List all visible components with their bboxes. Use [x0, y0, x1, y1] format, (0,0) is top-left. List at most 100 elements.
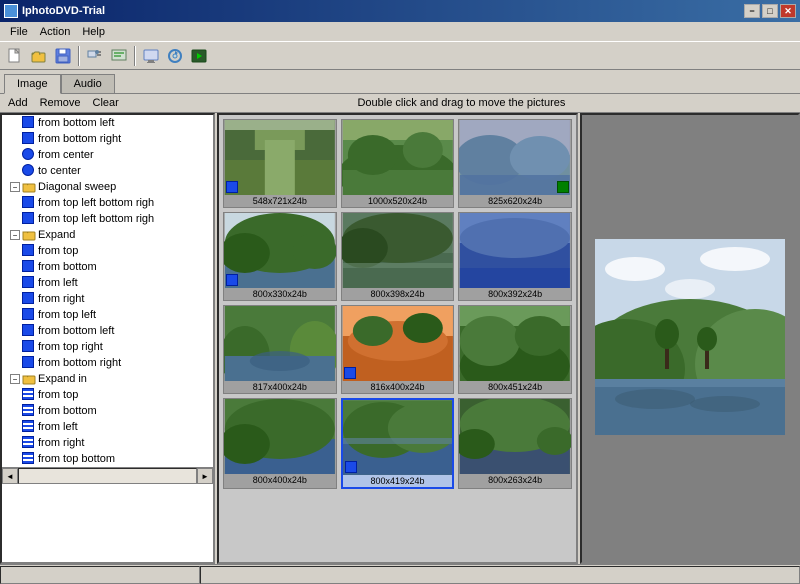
toolbar-refresh[interactable] [164, 45, 186, 67]
image-cell[interactable]: 800x330x24b [223, 212, 337, 301]
tree-hscroll[interactable]: ◄ ► [2, 467, 213, 484]
transitions-tree[interactable]: from bottom left from bottom right from ce… [0, 113, 215, 564]
image-cell[interactable]: 800x419x24b [341, 398, 455, 489]
tab-audio[interactable]: Audio [61, 74, 115, 93]
minimize-button[interactable]: − [744, 4, 760, 18]
tree-item-label: from top left bottom righ [38, 213, 154, 225]
tree-item[interactable]: − Expand [2, 227, 213, 243]
toolbar-open[interactable] [28, 45, 50, 67]
image-label: 800x392x24b [488, 288, 542, 300]
image-label: 548x721x24b [253, 195, 307, 207]
image-cell[interactable]: 800x451x24b [458, 305, 572, 394]
image-thumbnail [224, 306, 336, 381]
scroll-left[interactable]: ◄ [2, 468, 18, 484]
hint-text: Double click and drag to move the pictur… [131, 97, 792, 109]
image-cell[interactable]: 800x398x24b [341, 212, 455, 301]
effect-icon [22, 244, 36, 258]
image-cell[interactable]: 816x400x24b [341, 305, 455, 394]
tree-item[interactable]: from right [2, 291, 213, 307]
tree-item[interactable]: from bottom left [2, 115, 213, 131]
image-cell[interactable]: 817x400x24b [223, 305, 337, 394]
tree-item[interactable]: from bottom right [2, 355, 213, 371]
tree-item[interactable]: from center [2, 147, 213, 163]
menu-action[interactable]: Action [34, 25, 77, 39]
image-green-icon [557, 181, 569, 193]
tree-item[interactable]: from right [2, 435, 213, 451]
tree-item[interactable]: from left [2, 275, 213, 291]
toolbar-display[interactable] [140, 45, 162, 67]
tree-item-label: Expand in [38, 373, 87, 385]
tree-item-label: from top right [38, 341, 103, 353]
menu-file[interactable]: File [4, 25, 34, 39]
tree-expand-btn[interactable]: − [10, 230, 20, 240]
preview-area [582, 115, 798, 562]
tree-item[interactable]: from bottom [2, 403, 213, 419]
app-icon [4, 4, 18, 18]
tree-expand-btn[interactable]: − [10, 182, 20, 192]
lines-icon [22, 404, 36, 418]
tree-item-label: from bottom right [38, 357, 121, 369]
scroll-right[interactable]: ► [197, 468, 213, 484]
clear-button[interactable]: Clear [93, 97, 119, 109]
remove-button[interactable]: Remove [40, 97, 81, 109]
image-blue-icon [344, 367, 356, 379]
tree-item-label: from bottom right [38, 133, 121, 145]
tree-item-label: from right [38, 293, 84, 305]
tree-expand-btn[interactable]: − [10, 374, 20, 384]
image-cell[interactable]: 825x620x24b [458, 119, 572, 208]
lines-icon [22, 388, 36, 402]
image-thumbnail [342, 213, 454, 288]
image-grid: 548x721x24b 1000x520x24b825x620x24b 800x33… [219, 115, 576, 493]
effect-icon [22, 196, 36, 210]
tree-item[interactable]: from left [2, 419, 213, 435]
tree-item[interactable]: from top [2, 387, 213, 403]
toolbar-settings2[interactable] [108, 45, 130, 67]
image-label: 800x400x24b [253, 474, 307, 486]
image-blue-icon [226, 274, 238, 286]
menu-help[interactable]: Help [76, 25, 111, 39]
add-button[interactable]: Add [8, 97, 28, 109]
tree-item-label: from right [38, 437, 84, 449]
radio-icon [22, 164, 36, 178]
tree-item[interactable]: from top right [2, 339, 213, 355]
tree-item[interactable]: from top [2, 243, 213, 259]
toolbar-new[interactable] [4, 45, 26, 67]
image-cell[interactable]: 1000x520x24b [341, 119, 455, 208]
tree-item[interactable]: from bottom left [2, 323, 213, 339]
tree-item[interactable]: from bottom [2, 259, 213, 275]
tree-item[interactable]: from top bottom [2, 451, 213, 467]
maximize-button[interactable]: □ [762, 4, 778, 18]
tree-item[interactable]: from top left [2, 307, 213, 323]
tree-item[interactable]: from top left bottom righ [2, 211, 213, 227]
preview-panel [580, 113, 800, 564]
title-bar: IphotoDVD-Trial − □ ✕ [0, 0, 800, 22]
tree-item[interactable]: − Expand in [2, 371, 213, 387]
toolbar-save[interactable] [52, 45, 74, 67]
tree-item[interactable]: to center [2, 163, 213, 179]
status-right [200, 566, 800, 584]
tree-item[interactable]: from top left bottom righ [2, 195, 213, 211]
image-cell[interactable]: 548x721x24b [223, 119, 337, 208]
image-cell[interactable]: 800x400x24b [223, 398, 337, 489]
image-label: 800x451x24b [488, 381, 542, 393]
tree-item-label: Expand [38, 229, 75, 241]
image-thumbnail [459, 213, 571, 288]
scroll-track[interactable] [18, 468, 197, 484]
folder-icon [22, 372, 36, 386]
tree-item[interactable]: from bottom right [2, 131, 213, 147]
close-button[interactable]: ✕ [780, 4, 796, 18]
image-thumbnail [224, 399, 336, 474]
tab-image[interactable]: Image [4, 74, 61, 94]
tree-item[interactable]: −Diagonal sweep [2, 179, 213, 195]
main-content: from bottom left from bottom right from ce… [0, 113, 800, 564]
image-label: 816x400x24b [370, 381, 424, 393]
image-cell[interactable]: 800x263x24b [458, 398, 572, 489]
image-cell[interactable]: 800x392x24b [458, 212, 572, 301]
image-thumbnail [343, 400, 453, 475]
tree-item-label: from top left bottom righ [38, 197, 154, 209]
toolbar-settings1[interactable] [84, 45, 106, 67]
tree-item-label: from bottom left [38, 117, 114, 129]
tree-item-label: from bottom [38, 405, 97, 417]
toolbar-play[interactable] [188, 45, 210, 67]
image-grid-panel[interactable]: 548x721x24b 1000x520x24b825x620x24b 800x33… [217, 113, 578, 564]
